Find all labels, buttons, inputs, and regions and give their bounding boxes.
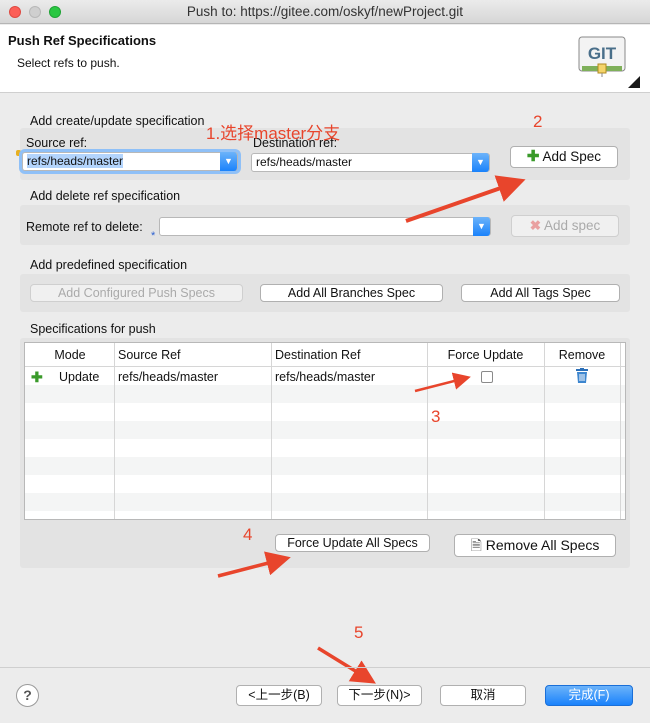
annotation-2: 2 xyxy=(533,112,543,131)
predefined-spec-heading: Add predefined specification xyxy=(30,258,188,272)
remove-all-specs-label: Remove All Specs xyxy=(485,537,600,553)
source-ref-value: refs/heads/master xyxy=(27,154,124,168)
table-stripe xyxy=(25,493,625,511)
add-delete-spec-label: Add spec xyxy=(544,218,601,233)
plus-icon: ✚ xyxy=(31,369,43,385)
table-stripe xyxy=(25,385,625,403)
column-divider xyxy=(427,343,428,519)
finish-button[interactable]: 完成(F) xyxy=(545,685,633,706)
column-header-source-ref[interactable]: Source Ref xyxy=(118,343,181,367)
table-stripe xyxy=(25,421,625,439)
column-header-force-update[interactable]: Force Update xyxy=(427,343,544,367)
arrow-to-next xyxy=(317,646,376,684)
column-divider xyxy=(620,343,621,519)
create-spec-heading: Add create/update specification xyxy=(30,114,205,128)
specs-for-push-heading: Specifications for push xyxy=(30,322,156,336)
delete-x-icon: ✖ xyxy=(529,218,541,233)
svg-text:GIT: GIT xyxy=(588,44,617,63)
add-all-branches-spec-button[interactable]: Add All Branches Spec xyxy=(260,284,443,302)
annotation-3: 3 xyxy=(431,407,441,426)
window-title: Push to: https://gitee.com/oskyf/newProj… xyxy=(186,4,464,19)
chevron-down-icon[interactable]: ▼ xyxy=(473,217,490,236)
page-header: Push Ref Specifications Select refs to p… xyxy=(0,25,650,93)
specs-table: Mode Source Ref Destination Ref Force Up… xyxy=(24,342,626,520)
column-header-remove[interactable]: Remove xyxy=(544,343,620,367)
destination-ref-combo[interactable]: refs/heads/master ▼ xyxy=(251,153,490,172)
destination-ref-value: refs/heads/master xyxy=(256,155,353,169)
column-header-mode[interactable]: Mode xyxy=(45,343,95,367)
footer-divider xyxy=(0,667,650,668)
trash-icon[interactable] xyxy=(575,368,589,384)
annotation-1: 1.选择master分支 xyxy=(206,124,341,143)
mode-cell: Update xyxy=(59,370,100,384)
annotation-4: 4 xyxy=(243,525,253,544)
chevron-down-icon[interactable]: ▼ xyxy=(220,152,237,171)
source-ref-label: Source ref: xyxy=(26,136,88,150)
add-delete-spec-button[interactable]: ✖ Add spec xyxy=(511,215,619,237)
git-logo-icon: GIT xyxy=(578,36,626,77)
title-bar: Push to: https://gitee.com/oskyf/newProj… xyxy=(0,0,650,24)
column-divider xyxy=(544,343,545,519)
delete-spec-heading: Add delete ref specification xyxy=(30,189,181,203)
remote-ref-label: Remote ref to delete: xyxy=(26,220,143,234)
chevron-down-icon[interactable]: ▼ xyxy=(472,153,489,172)
force-update-all-specs-button[interactable]: Force Update All Specs xyxy=(275,534,430,552)
force-update-checkbox[interactable] xyxy=(481,371,493,383)
page-subtitle: Select refs to push. xyxy=(17,56,120,70)
lightbulb-icon xyxy=(16,150,21,156)
plus-icon: ✚ xyxy=(526,148,540,165)
column-divider xyxy=(114,343,115,519)
add-configured-push-specs-button[interactable]: Add Configured Push Specs xyxy=(30,284,243,302)
cancel-button[interactable]: 取消 xyxy=(440,685,526,706)
next-button[interactable]: 下一步(N)> xyxy=(337,685,422,706)
remove-all-specs-button[interactable]: 🗎 Remove All Specs xyxy=(454,534,616,557)
add-all-tags-spec-button[interactable]: Add All Tags Spec xyxy=(461,284,620,302)
table-stripe xyxy=(25,457,625,475)
add-spec-button[interactable]: ✚ Add Spec xyxy=(510,146,618,168)
destination-ref-cell: refs/heads/master xyxy=(275,370,376,384)
column-divider xyxy=(271,343,272,519)
add-spec-label: Add Spec xyxy=(542,149,602,164)
remote-ref-combo[interactable]: ▼ xyxy=(159,217,491,236)
annotation-5: 5 xyxy=(354,623,364,642)
document-remove-icon: 🗎 xyxy=(470,537,482,553)
required-marker-icon: * xyxy=(151,230,156,242)
column-header-destination-ref[interactable]: Destination Ref xyxy=(275,343,360,367)
back-button[interactable]: <上一步(B) xyxy=(236,685,322,706)
source-ref-combo[interactable]: refs/heads/master ▼ xyxy=(22,152,238,171)
page-title: Push Ref Specifications xyxy=(8,33,157,48)
help-icon[interactable]: ? xyxy=(16,684,39,707)
resize-corner-icon xyxy=(628,76,640,88)
source-ref-cell: refs/heads/master xyxy=(118,370,219,384)
